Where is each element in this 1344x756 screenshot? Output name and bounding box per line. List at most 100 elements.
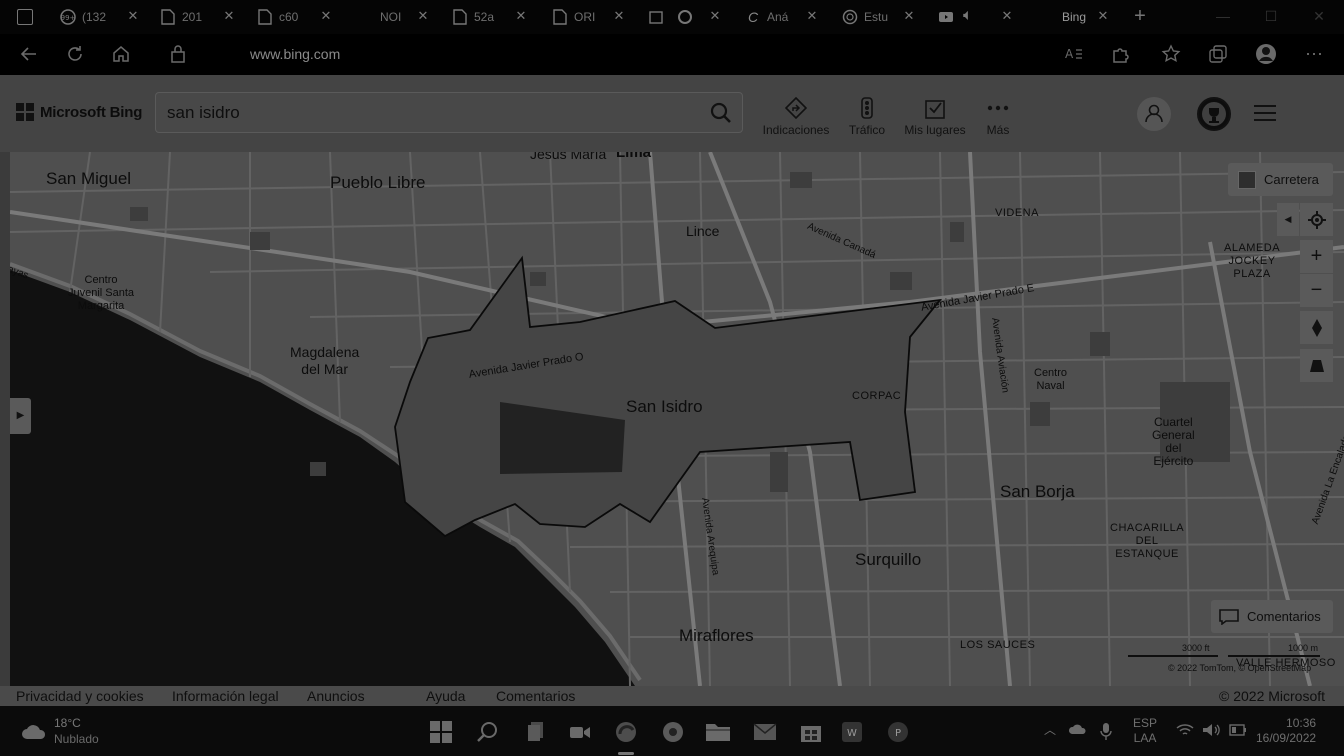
sign-in-button[interactable]: [1137, 97, 1171, 131]
search-input[interactable]: [167, 102, 687, 124]
tab-close-icon[interactable]: ✕: [416, 9, 430, 23]
search-box[interactable]: [155, 92, 743, 133]
locate-me-button[interactable]: [1300, 203, 1333, 236]
scale-feet: 3000 ft: [1182, 643, 1210, 653]
footer-link-ads[interactable]: Anuncios: [307, 688, 365, 704]
nav-more[interactable]: Más: [963, 97, 1033, 137]
favorites-button[interactable]: [1160, 43, 1182, 65]
tab-close-icon[interactable]: ✕: [319, 9, 333, 23]
microsoft-bing-logo[interactable]: Microsoft Bing: [16, 103, 142, 121]
tab-close-icon[interactable]: ✕: [708, 9, 722, 23]
extensions-button[interactable]: [1110, 43, 1132, 65]
store-icon: [801, 726, 821, 742]
map-label-corpac: CORPAC: [852, 390, 902, 402]
mail-button[interactable]: [752, 719, 778, 745]
lock-button[interactable]: [167, 43, 189, 65]
collapse-controls-button[interactable]: ◀: [1277, 203, 1299, 236]
word-button[interactable]: W: [839, 719, 865, 745]
tab-close-icon[interactable]: ✕: [1000, 9, 1014, 23]
map-label-lima: Lima: [616, 152, 652, 161]
chrome-icon: [663, 722, 683, 742]
new-tab-button[interactable]: +: [1130, 6, 1150, 26]
footer-link-feedback[interactable]: Comentarios: [496, 688, 575, 704]
speaker-icon[interactable]: 🔈︎: [963, 7, 973, 25]
minimize-icon[interactable]: —: [1214, 8, 1232, 26]
zoom-in-button[interactable]: +: [1300, 240, 1333, 273]
compass-button[interactable]: [1300, 311, 1333, 344]
show-hidden-icons-icon[interactable]: ︿: [1044, 723, 1056, 738]
tab-close-icon[interactable]: ✕: [612, 9, 626, 23]
url-field[interactable]: www.bing.com: [250, 46, 340, 62]
map-type-button[interactable]: Carretera: [1228, 163, 1333, 196]
tab-item[interactable]: NOI ✕: [358, 4, 430, 30]
svg-text:99+: 99+: [61, 14, 76, 22]
store-button[interactable]: [798, 719, 824, 745]
windows-taskbar: 18°C Nublado W P ︿ ESP LAA 10:36 16/09/2…: [0, 706, 1344, 756]
map-label-jesus-maria: Jesús María: [530, 152, 607, 162]
hamburger-menu-icon[interactable]: [1254, 105, 1276, 123]
tab-item[interactable]: ORI ✕: [552, 4, 626, 30]
camera-app-button[interactable]: [567, 719, 593, 745]
tab-close-icon[interactable]: ✕: [126, 9, 140, 23]
footer-link-help[interactable]: Ayuda: [426, 688, 465, 704]
settings-more-icon[interactable]: ⋯: [1303, 43, 1325, 65]
collections-button[interactable]: [1207, 43, 1229, 65]
back-button[interactable]: [18, 43, 40, 65]
microphone-icon[interactable]: [1100, 722, 1112, 744]
battery-icon[interactable]: [1229, 724, 1247, 740]
refresh-button[interactable]: [64, 43, 86, 65]
tab-close-icon[interactable]: ✕: [222, 9, 236, 23]
search-icon[interactable]: [710, 102, 732, 124]
maximize-icon[interactable]: ☐: [1262, 8, 1280, 26]
tab-item[interactable]: 201 ✕: [160, 4, 236, 30]
file-explorer-button[interactable]: [705, 719, 731, 745]
nav-directions[interactable]: Indicaciones: [761, 96, 831, 137]
tab-item[interactable]: ✕: [648, 4, 722, 30]
input-language-indicator[interactable]: ESP LAA: [1133, 716, 1157, 746]
tab-close-icon[interactable]: ✕: [902, 9, 916, 23]
tilt-button[interactable]: [1300, 349, 1333, 382]
onedrive-icon[interactable]: [1068, 723, 1086, 739]
chrome-button[interactable]: [660, 719, 686, 745]
avatar-icon: [1256, 44, 1276, 64]
nav-my-places[interactable]: Mis lugares: [900, 97, 970, 137]
more-dots-icon: [987, 97, 1009, 119]
arrow-left-icon: [20, 47, 36, 61]
edge-browser-button[interactable]: [613, 719, 639, 745]
clock[interactable]: 10:36 16/09/2022: [1256, 716, 1316, 746]
tab-item[interactable]: C Aná ✕: [745, 4, 819, 30]
document-icon: [160, 9, 176, 25]
tab-actions-icon[interactable]: [17, 9, 33, 25]
zoom-out-button[interactable]: −: [1300, 274, 1333, 307]
map-canvas[interactable]: San Miguel Jesús María Lima Pueblo Libre…: [10, 152, 1344, 686]
wifi-icon[interactable]: [1176, 723, 1194, 741]
map-feedback-button[interactable]: Comentarios: [1211, 600, 1333, 633]
tab-item[interactable]: c60 ✕: [257, 4, 333, 30]
user-icon: [1145, 104, 1163, 123]
expand-panel-button[interactable]: ▶: [10, 398, 31, 434]
read-aloud-button[interactable]: A: [1063, 43, 1085, 65]
task-view-button[interactable]: [524, 719, 550, 745]
tab-item[interactable]: 99+ (132 ✕: [60, 4, 140, 30]
word-icon: W: [842, 722, 862, 742]
tab-item[interactable]: Estu ✕: [842, 4, 916, 30]
tab-item[interactable]: 🔈︎ ✕: [938, 4, 1014, 30]
close-window-icon[interactable]: ✕: [1310, 8, 1328, 26]
star-icon: [1161, 44, 1181, 63]
tab-item[interactable]: 52a ✕: [452, 4, 528, 30]
volume-icon[interactable]: [1202, 723, 1220, 741]
weather-widget[interactable]: 18°C Nublado: [20, 716, 99, 746]
footer-link-privacy[interactable]: Privacidad y cookies: [16, 688, 144, 704]
home-button[interactable]: [110, 43, 132, 65]
start-button[interactable]: [428, 719, 454, 745]
nav-traffic[interactable]: Tráfico: [832, 97, 902, 137]
tab-close-icon[interactable]: ✕: [514, 9, 528, 23]
tab-close-icon[interactable]: ✕: [805, 9, 819, 23]
profile-button[interactable]: [1255, 43, 1277, 65]
search-taskbar-button[interactable]: [475, 719, 501, 745]
powerpoint-button[interactable]: P: [885, 719, 911, 745]
tab-item-active[interactable]: Bing ✕: [1040, 4, 1110, 30]
rewards-button[interactable]: [1197, 97, 1231, 131]
footer-link-legal[interactable]: Información legal: [172, 688, 279, 704]
tab-close-icon[interactable]: ✕: [1096, 9, 1110, 23]
